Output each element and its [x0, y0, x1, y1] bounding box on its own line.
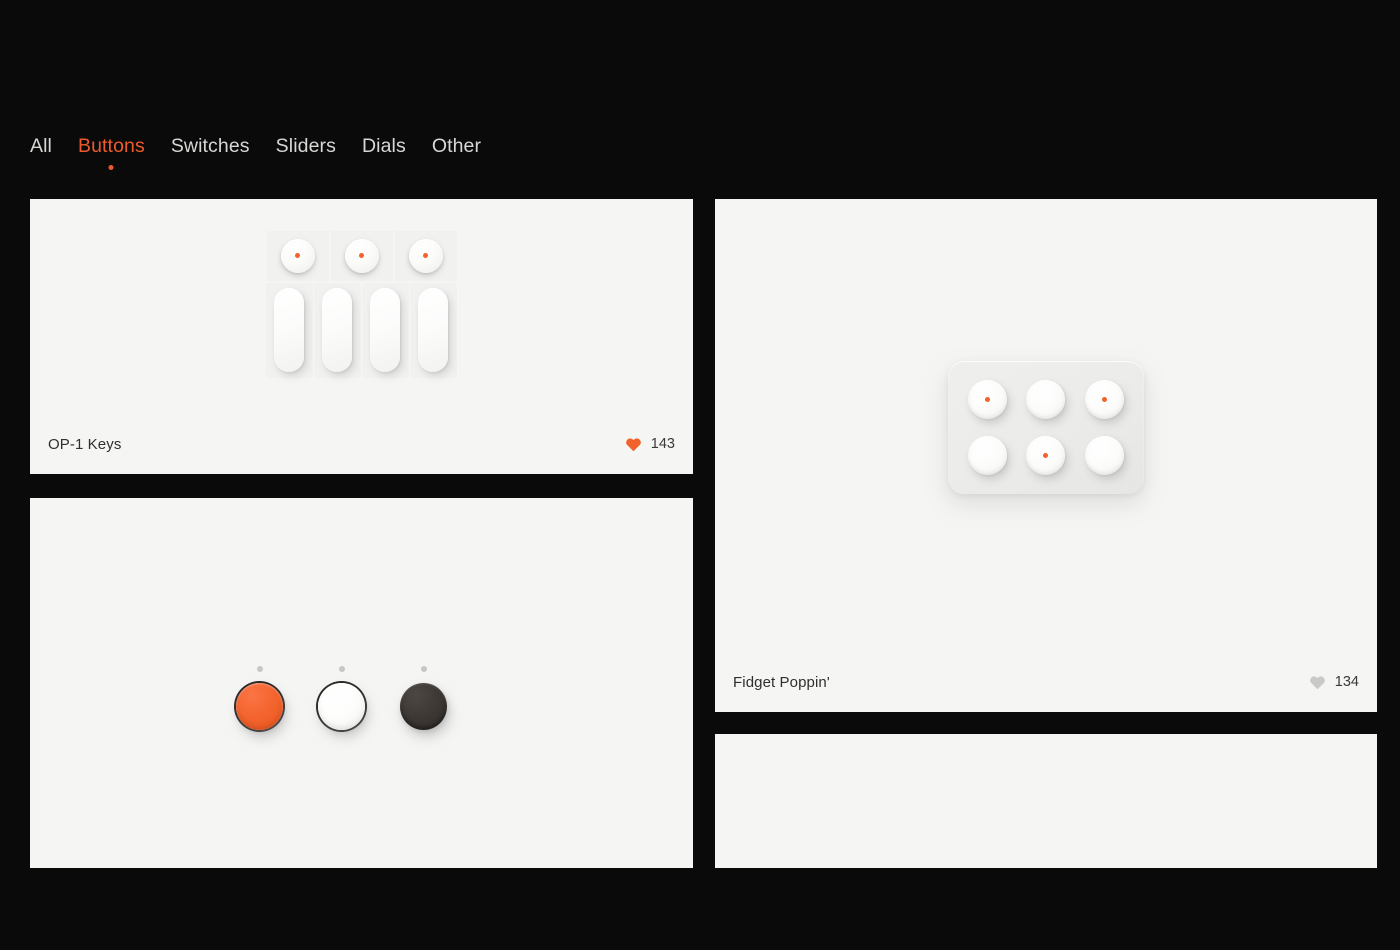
knob-group-orange: [236, 666, 283, 730]
fidget-button-4[interactable]: [967, 436, 1007, 476]
knob-led-icon: [338, 666, 345, 672]
fidget-pad: [948, 361, 1144, 494]
fidget-button-1[interactable]: [967, 379, 1007, 419]
op1-key-cell[interactable]: [265, 282, 314, 378]
gallery-page: All Buttons Switches Sliders Dials Other: [0, 0, 1400, 950]
card-footer: Fidget Poppin' 134: [715, 656, 1377, 712]
op1-key-2[interactable]: [322, 288, 352, 372]
placeholder-preview: [715, 734, 1377, 868]
heart-filled-icon: [625, 438, 641, 452]
op1-keys-preview: [30, 199, 693, 418]
round-button-white[interactable]: [318, 683, 365, 730]
op1-key-row: [265, 282, 458, 378]
op1-key-1[interactable]: [274, 288, 304, 372]
op1-knob-3[interactable]: [408, 238, 443, 273]
fidget-dot-icon: [984, 396, 990, 402]
op1-key-3[interactable]: [370, 288, 400, 372]
op1-knob-tile[interactable]: [265, 229, 330, 282]
round-button-dark[interactable]: [400, 683, 447, 730]
knob-row: [236, 666, 447, 730]
fidget-button-3[interactable]: [1085, 379, 1125, 419]
shot-grid: OP-1 Keys 143 Fidget Poppin' 134: [0, 0, 1400, 950]
fidget-preview: [715, 199, 1377, 656]
card-title: OP-1 Keys: [48, 435, 122, 453]
knob-indicator-dot-icon: [423, 253, 428, 258]
like-button[interactable]: 134: [1309, 674, 1359, 690]
op1-knob-1[interactable]: [280, 238, 315, 273]
like-count: 134: [1334, 674, 1359, 690]
knob-led-icon: [256, 666, 263, 672]
card-footer: OP-1 Keys 143: [30, 418, 693, 474]
op1-key-4[interactable]: [418, 288, 448, 372]
fidget-button-2[interactable]: [1026, 379, 1066, 419]
knob-indicator-dot-icon: [359, 253, 364, 258]
round-button-orange[interactable]: [236, 683, 283, 730]
op1-key-cell[interactable]: [361, 282, 410, 378]
heart-icon: [1309, 676, 1325, 690]
knob-group-dark: [400, 666, 447, 730]
card-title: Fidget Poppin': [733, 673, 830, 691]
shot-card-placeholder[interactable]: [715, 734, 1377, 868]
knob-indicator-dot-icon: [295, 253, 300, 258]
like-button[interactable]: 143: [625, 436, 675, 452]
op1-knob-2[interactable]: [344, 238, 379, 273]
fidget-button-5[interactable]: [1026, 436, 1066, 476]
shot-card-op1-keys[interactable]: OP-1 Keys 143: [30, 199, 693, 474]
shot-card-round-knobs[interactable]: [30, 498, 693, 868]
op1-key-cell[interactable]: [313, 282, 362, 378]
fidget-button-6[interactable]: [1085, 436, 1125, 476]
op1-knob-tile[interactable]: [393, 229, 458, 282]
op1-knob-tile[interactable]: [329, 229, 394, 282]
op1-keyboard: [265, 229, 458, 378]
shot-card-fidget-poppin[interactable]: Fidget Poppin' 134: [715, 199, 1377, 712]
op1-key-cell[interactable]: [409, 282, 458, 378]
fidget-dot-icon: [1102, 396, 1108, 402]
fidget-dot-icon: [1043, 453, 1049, 459]
knob-led-icon: [420, 666, 427, 672]
like-count: 143: [650, 436, 675, 452]
round-knobs-preview: [30, 498, 693, 868]
knob-group-white: [318, 666, 365, 730]
